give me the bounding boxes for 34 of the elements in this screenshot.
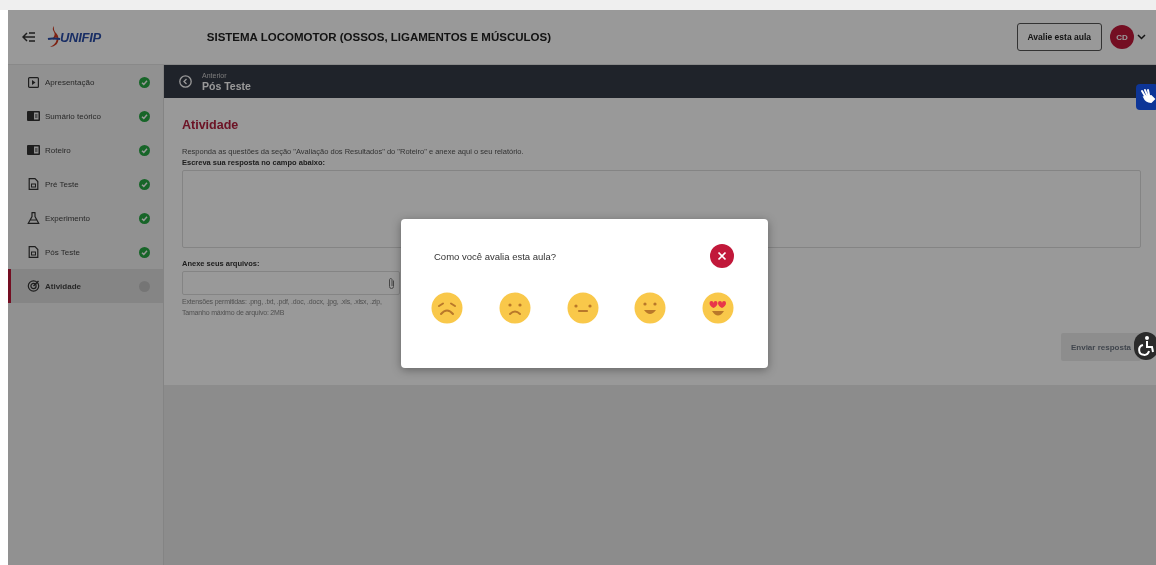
sidebar-item[interactable]: Atividade [8,269,163,303]
happy-face-icon[interactable] [634,292,667,324]
back-icon[interactable] [179,75,192,88]
sidebar-item[interactable]: Apresentação [8,65,163,99]
sidebar-item[interactable]: Pré Teste [8,167,163,201]
flame-logo-icon [46,25,62,49]
activity-heading: Atividade [182,118,240,132]
sidebar-item[interactable]: Experimento [8,201,163,235]
document-icon [27,178,40,190]
dialog-title: Como você avalia esta aula? [434,250,556,262]
file-field[interactable] [182,271,400,295]
weary-face-icon[interactable] [431,292,463,324]
play-icon [27,76,40,88]
rate-lesson-button[interactable]: Avalie esta aula [1016,23,1102,51]
sad-face-icon[interactable] [498,292,531,324]
flask-icon [27,212,40,224]
collapse-menu-icon[interactable] [22,32,36,42]
book-icon [27,145,40,155]
sidebar-item[interactable]: Pós Teste [8,235,163,269]
close-icon[interactable] [710,244,734,268]
sidebar-item[interactable]: Roteiro [8,133,163,167]
document-icon [27,246,40,258]
paperclip-icon [388,276,395,290]
logo-text: UNIFIP [60,29,101,45]
user-avatar[interactable]: CD [1110,25,1134,49]
neutral-face-icon[interactable] [566,292,599,324]
previous-link[interactable]: Pós Teste [202,79,251,93]
target-icon [27,280,40,292]
course-title: SISTEMA LOCOMOTOR (OSSOS, LIGAMENTOS E MÚSCULOS) [206,31,551,43]
sidebar-item[interactable]: Sumário teórico [8,99,163,133]
sign-language-icon[interactable] [1136,84,1156,110]
book-icon [27,111,40,121]
love-face-icon[interactable] [702,292,734,324]
chevron-down-icon[interactable] [1137,34,1146,40]
